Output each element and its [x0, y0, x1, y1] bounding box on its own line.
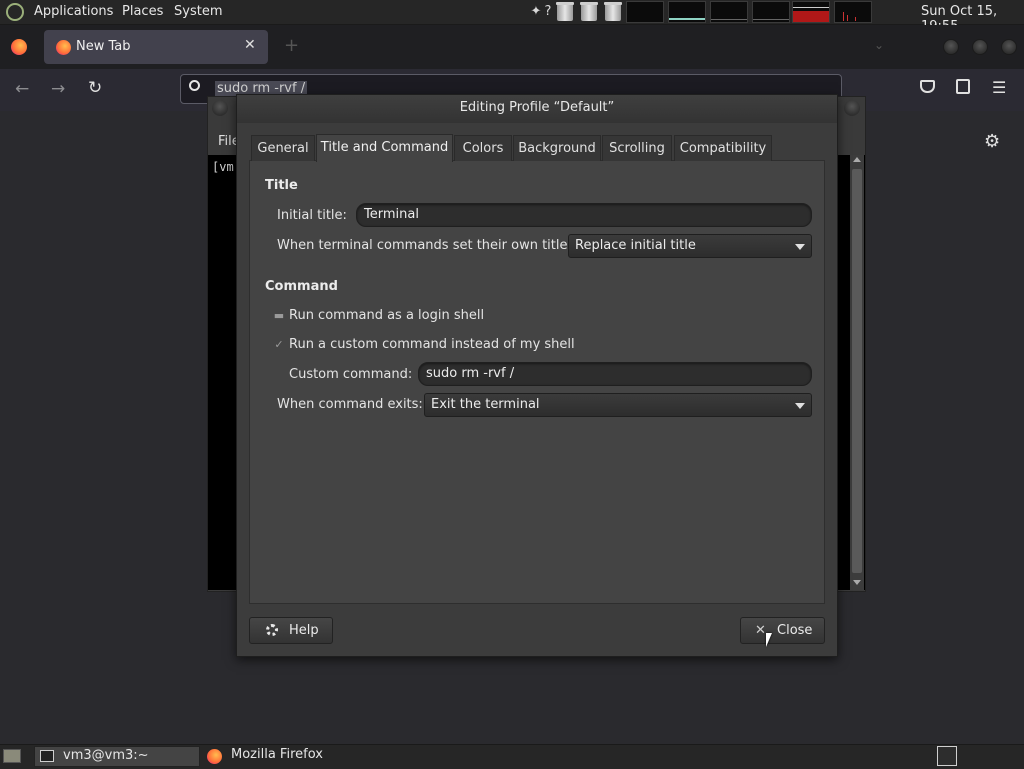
- top-panel: Applications Places System ✦ ? Sun Oct 1…: [0, 0, 1024, 34]
- custom-command-toggle-label[interactable]: Run a custom command instead of my shell: [289, 337, 575, 352]
- exit-action-selected: Exit the terminal: [431, 397, 540, 412]
- scroll-down-icon[interactable]: [853, 580, 861, 585]
- memory-monitor-graph[interactable]: [668, 1, 706, 23]
- new-tab-button[interactable]: +: [284, 35, 299, 56]
- terminal-maximize-button[interactable]: [844, 100, 860, 116]
- task-firefox[interactable]: Mozilla Firefox: [202, 746, 368, 767]
- help-lifebuoy-icon: [266, 624, 278, 636]
- initial-title-label: Initial title:: [277, 208, 347, 223]
- command-section-heading: Command: [265, 279, 338, 294]
- task-terminal[interactable]: vm3@vm3:~: [34, 746, 200, 767]
- close-tab-icon[interactable]: ✕: [244, 37, 256, 53]
- scroll-up-icon[interactable]: [853, 157, 861, 162]
- network-monitor-graph[interactable]: [752, 1, 790, 23]
- mouse-cursor-icon: [766, 633, 772, 647]
- exit-action-label: When command exits:: [277, 397, 423, 412]
- terminal-icon: [40, 750, 54, 762]
- own-titles-dropdown[interactable]: Replace initial title: [568, 234, 812, 258]
- custom-command-label: Custom command:: [289, 367, 413, 382]
- dropdown-arrow-icon: [795, 403, 805, 409]
- disk-monitor-graph[interactable]: [792, 1, 830, 23]
- firefox-menu-icon[interactable]: [11, 39, 27, 55]
- list-tabs-icon[interactable]: ⌄: [874, 38, 884, 52]
- custom-command-checkbox[interactable]: ✓: [273, 339, 285, 351]
- tab-background[interactable]: Background: [513, 135, 601, 161]
- tab-general[interactable]: General: [251, 135, 315, 161]
- login-shell-checkbox[interactable]: ▬: [273, 310, 285, 322]
- maximize-button[interactable]: [972, 39, 988, 55]
- own-titles-selected: Replace initial title: [575, 238, 696, 253]
- tab-title: New Tab: [76, 39, 131, 54]
- close-button-label: Close: [777, 623, 813, 638]
- pocket-icon[interactable]: [920, 80, 935, 93]
- terminal-close-button[interactable]: [212, 100, 228, 116]
- cpu-monitor-graph[interactable]: [626, 1, 664, 23]
- close-button[interactable]: ✕ Close: [740, 617, 825, 644]
- menu-system[interactable]: System: [174, 4, 222, 19]
- terminal-scrollbar[interactable]: [850, 155, 864, 590]
- scrollbar-thumb[interactable]: [852, 169, 862, 573]
- gear-icon[interactable]: ⚙: [984, 131, 1000, 152]
- show-desktop-icon[interactable]: [3, 749, 21, 763]
- menu-places[interactable]: Places: [122, 4, 163, 19]
- terminal-menu-file[interactable]: File: [218, 134, 236, 149]
- puzzle-icon[interactable]: [956, 79, 970, 94]
- forward-icon[interactable]: →: [51, 79, 65, 99]
- task-terminal-label: vm3@vm3:~: [63, 748, 149, 763]
- reload-icon[interactable]: ↻: [88, 78, 102, 98]
- load-monitor-graph[interactable]: [834, 1, 872, 23]
- hamburger-icon[interactable]: ☰: [992, 78, 1006, 97]
- tab-scrolling[interactable]: Scrolling: [602, 135, 672, 161]
- help-button-label: Help: [289, 623, 319, 638]
- own-titles-label: When terminal commands set their own tit…: [277, 238, 579, 253]
- trash-icon[interactable]: [556, 2, 574, 21]
- terminal-prompt: [vm: [212, 160, 234, 174]
- trash-icon[interactable]: [604, 2, 622, 21]
- swap-monitor-graph[interactable]: [710, 1, 748, 23]
- close-window-button[interactable]: [1001, 39, 1017, 55]
- search-icon: [189, 80, 200, 91]
- dialog-title: Editing Profile “Default”: [237, 95, 837, 123]
- back-icon[interactable]: ←: [15, 79, 29, 99]
- help-icon[interactable]: ?: [542, 3, 554, 21]
- menu-applications[interactable]: Applications: [34, 4, 113, 19]
- workspace-switcher[interactable]: [937, 746, 957, 766]
- dropdown-arrow-icon: [795, 244, 805, 250]
- help-button[interactable]: Help: [249, 617, 333, 644]
- title-section-heading: Title: [265, 178, 298, 193]
- login-shell-label[interactable]: Run command as a login shell: [289, 308, 484, 323]
- trash-icon[interactable]: [580, 2, 598, 21]
- tab-colors[interactable]: Colors: [454, 135, 512, 161]
- firefox-logo-icon: [56, 40, 71, 55]
- task-firefox-label: Mozilla Firefox: [231, 747, 323, 762]
- tab-title-and-command[interactable]: Title and Command: [316, 134, 453, 162]
- minimize-button[interactable]: [943, 39, 959, 55]
- browser-tab[interactable]: New Tab ✕: [44, 30, 268, 64]
- distro-logo-icon[interactable]: [6, 3, 24, 21]
- tab-compatibility[interactable]: Compatibility: [674, 135, 772, 161]
- custom-command-input[interactable]: sudo rm -rvf /: [418, 362, 812, 386]
- initial-title-input[interactable]: Terminal: [356, 203, 812, 227]
- close-icon: ✕: [755, 623, 766, 638]
- exit-action-dropdown[interactable]: Exit the terminal: [424, 393, 812, 417]
- firefox-logo-icon: [207, 749, 222, 764]
